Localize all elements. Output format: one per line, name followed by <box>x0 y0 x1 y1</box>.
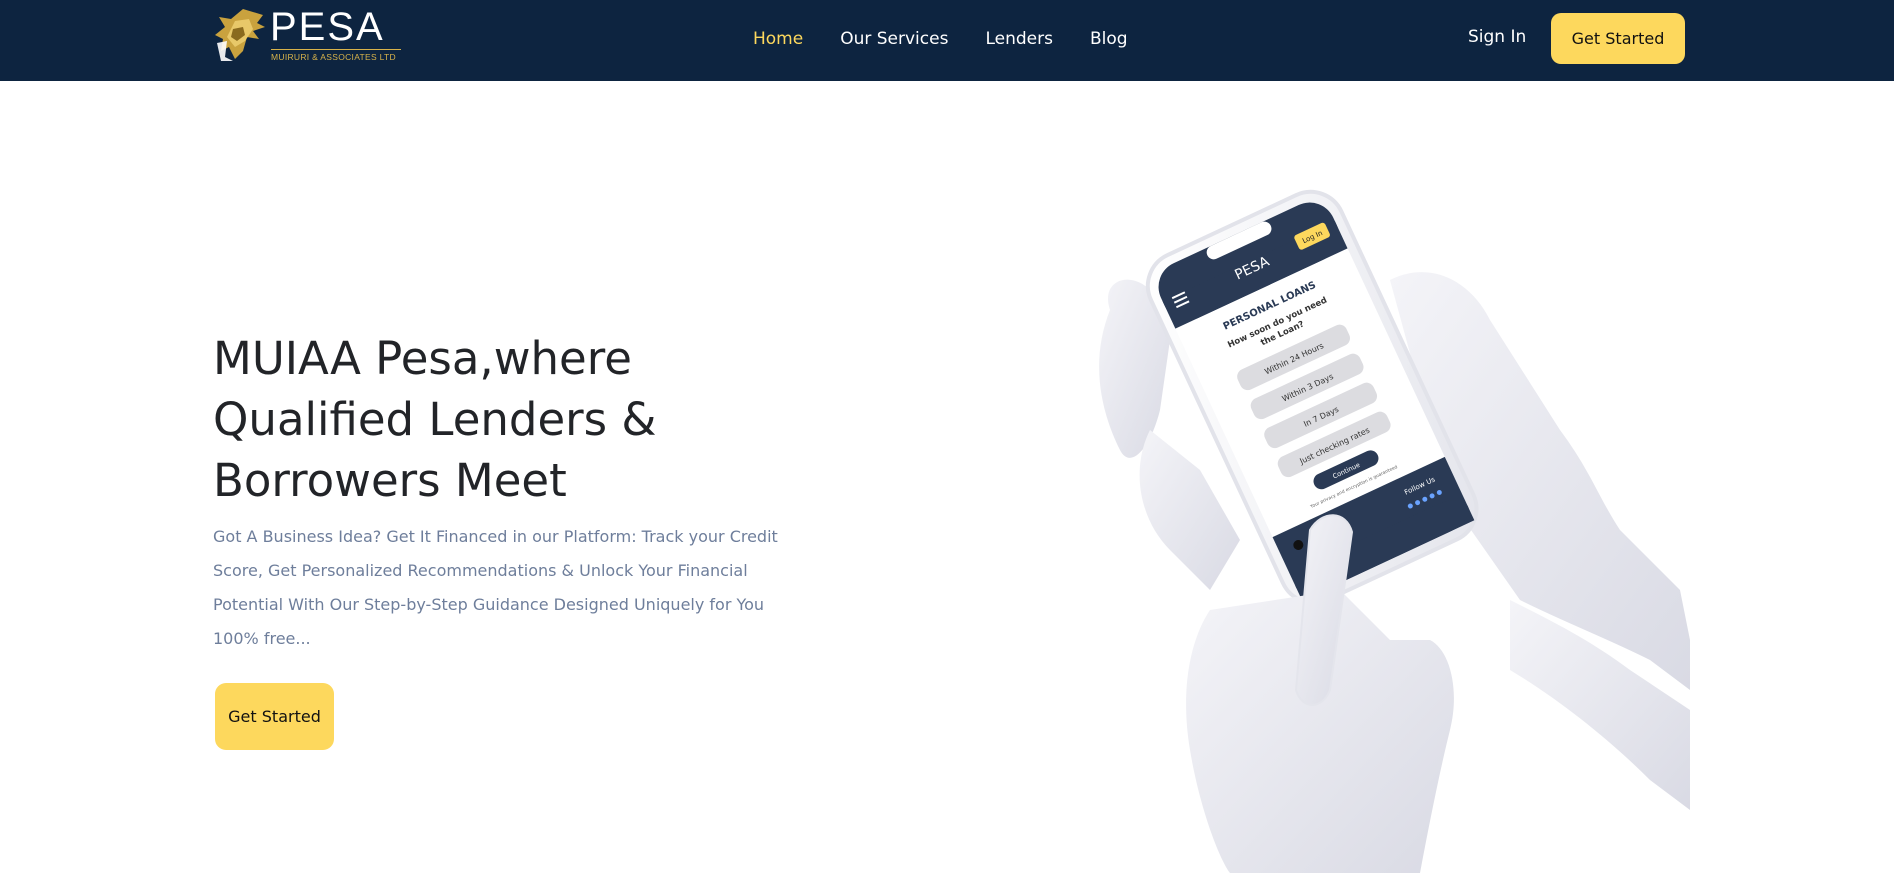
nav-our-services[interactable]: Our Services <box>840 27 948 51</box>
brand-logo[interactable]: PESA MUIRURI & ASSOCIATES LTD <box>213 7 403 63</box>
main-nav: Home Our Services Lenders Blog <box>753 27 1165 51</box>
nav-lenders[interactable]: Lenders <box>985 27 1053 51</box>
hero-illustration: PESA Log In PERSONAL LOANS How soon do y… <box>1090 170 1690 873</box>
header-get-started-button[interactable]: Get Started <box>1551 13 1685 64</box>
nav-blog[interactable]: Blog <box>1090 27 1128 51</box>
brand-name: PESA <box>270 5 385 49</box>
sign-in-link[interactable]: Sign In <box>1468 25 1526 49</box>
brand-divider <box>271 49 401 50</box>
hero-title: MUIAA Pesa,where Qualified Lenders & Bor… <box>213 332 657 507</box>
top-navbar: PESA MUIRURI & ASSOCIATES LTD Home Our S… <box>0 0 1894 81</box>
hero-get-started-button[interactable]: Get Started <box>215 683 334 750</box>
hero-description: Got A Business Idea? Get It Financed in … <box>213 527 778 648</box>
hands-phone-image: PESA Log In PERSONAL LOANS How soon do y… <box>1099 189 1690 873</box>
nav-home[interactable]: Home <box>753 27 803 51</box>
brand-subtitle: MUIRURI & ASSOCIATES LTD <box>271 52 396 62</box>
lion-logo-icon <box>215 9 265 61</box>
